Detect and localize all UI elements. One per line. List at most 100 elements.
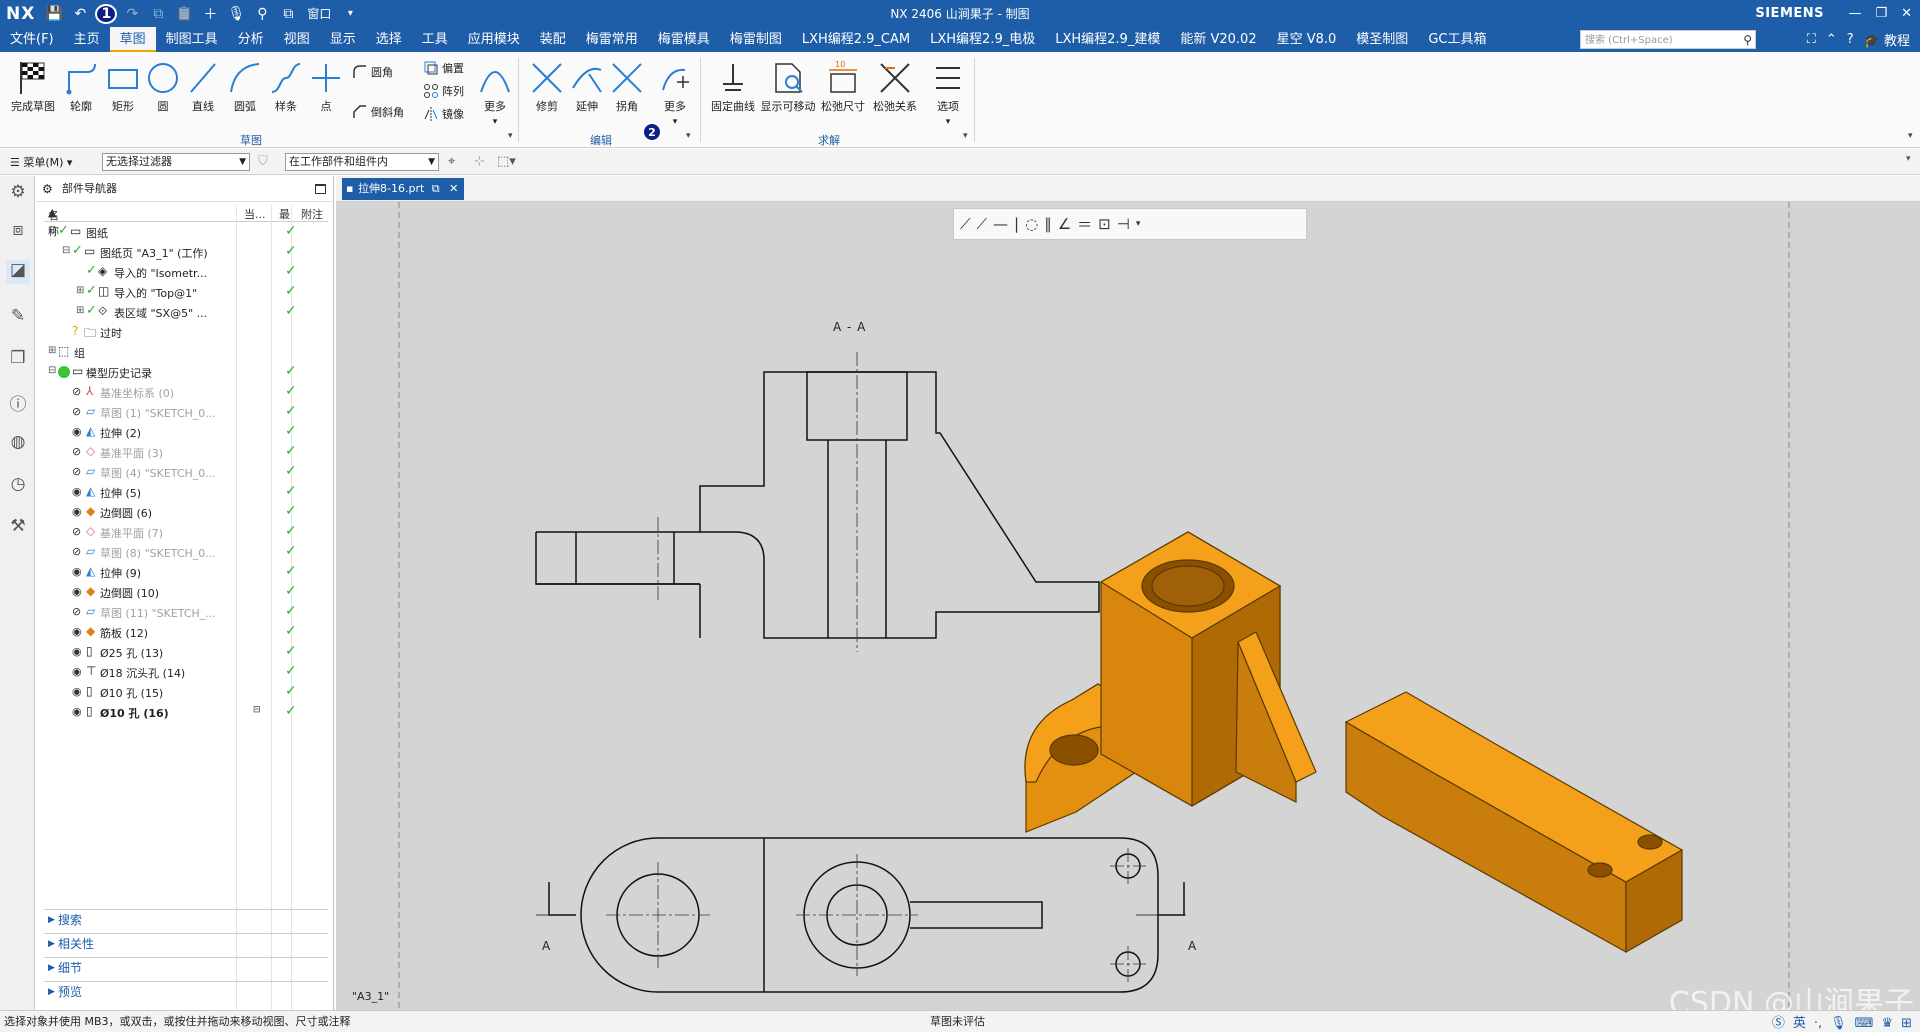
selection-scope-select[interactable]: 在工作部件和组件内 ▼: [285, 153, 439, 171]
microphone-icon[interactable]: 🎙: [225, 6, 247, 22]
ribbon-expand-icon[interactable]: ▾: [1908, 131, 1913, 141]
window-switch-icon[interactable]: ⧉: [277, 6, 299, 22]
paste-icon[interactable]: 📋: [173, 6, 195, 22]
selection-bar-expand-icon[interactable]: ▾: [1906, 154, 1911, 164]
fixed-curve-button[interactable]: 固定曲线: [708, 58, 758, 114]
settings-gear-icon[interactable]: ⚙: [6, 182, 30, 206]
info-icon[interactable]: ⓘ: [6, 390, 30, 415]
tree-row-sheet[interactable]: ⊟ ✓ ▭ 图纸页 "A3_1" (工作) ✓: [44, 242, 328, 262]
tree-row-feature[interactable]: ⊘ ⅄ 基准坐标系 (0) ✓: [44, 382, 328, 402]
save-icon[interactable]: 💾: [43, 6, 65, 22]
parallel-icon[interactable]: ∥: [1044, 215, 1052, 233]
tab-home[interactable]: 主页: [64, 27, 110, 52]
graphics-window[interactable]: ⟋ ⟋ — | ◌ ∥ ∠ ＝ ⊡ ⊣ ▾ A - A A A "A3_1" C…: [336, 202, 1920, 1021]
tree-row-feature[interactable]: ⊘ ▱ 草图 (4) "SKETCH_0... ✓: [44, 462, 328, 482]
web-browser-icon[interactable]: ◍: [6, 432, 30, 456]
menu-button[interactable]: ☰ 菜单(M) ▾: [10, 154, 72, 170]
part-navigator-icon[interactable]: ◪: [6, 260, 30, 284]
ime-language[interactable]: 英: [1793, 1013, 1806, 1032]
keyboard-icon[interactable]: ⌨: [1855, 1013, 1874, 1032]
column-current[interactable]: 当...: [244, 206, 266, 222]
tab-meilei-common[interactable]: 梅雷常用: [576, 27, 648, 52]
reuse-library-icon[interactable]: ❒: [6, 348, 30, 372]
panel-details[interactable]: ▶ 细节: [44, 957, 328, 977]
close-tab-icon[interactable]: ✕: [449, 182, 458, 195]
minimize-icon[interactable]: —: [1848, 6, 1861, 21]
tab-select[interactable]: 选择: [366, 27, 412, 52]
copy-icon[interactable]: ⧉: [147, 6, 169, 22]
filter-reset-icon[interactable]: ⛉: [258, 154, 268, 169]
perpendicular-icon[interactable]: ∠: [1058, 215, 1071, 233]
fillet-button[interactable]: 圆角: [352, 64, 393, 80]
fullscreen-icon[interactable]: ⛶: [1807, 32, 1816, 47]
redo-icon[interactable]: ↷: [121, 6, 143, 22]
drafting-navigator-icon[interactable]: ✎: [6, 306, 30, 330]
tree-row-feature[interactable]: ◉ ⊤ Ø18 沉头孔 (14) ✓: [44, 662, 328, 682]
type-filter-select[interactable]: 无选择过滤器 ▼: [102, 153, 250, 171]
more-edit-button[interactable]: 更多 ▾: [652, 58, 698, 127]
offset-button[interactable]: 偏置: [423, 60, 464, 76]
collapse-ribbon-icon[interactable]: ⌃: [1826, 32, 1837, 47]
tree-row-feature[interactable]: ◉ ▯ Ø25 孔 (13) ✓: [44, 642, 328, 662]
tree-row-feature[interactable]: ◉ ◭ 拉伸 (9) ✓: [44, 562, 328, 582]
tree-row-feature[interactable]: ◉ ◭ 拉伸 (2) ✓: [44, 422, 328, 442]
add-icon[interactable]: ＋: [199, 4, 221, 24]
mirror-button[interactable]: 镜像: [423, 106, 464, 122]
horizontal-icon[interactable]: —: [993, 215, 1008, 233]
more-sketch-dropdown-icon[interactable]: ▾: [493, 117, 498, 127]
tree-row-group[interactable]: ⊞ ⬚ 组: [44, 342, 328, 362]
undo-icon[interactable]: ↶: [69, 6, 91, 22]
tree-row-outdated[interactable]: ? 🗀 过时: [44, 322, 328, 342]
relax-relations-button[interactable]: 松弛关系: [870, 58, 920, 114]
point-dialog-icon[interactable]: ⬚▾: [497, 154, 516, 169]
tutorial-button[interactable]: 🎓 教程: [1864, 30, 1910, 49]
panel-preview[interactable]: ▶ 预览: [44, 981, 328, 1001]
customize-quick-access-icon[interactable]: ▾: [339, 8, 361, 19]
more-sketch-button[interactable]: 更多 ▾: [472, 58, 518, 127]
skin-icon[interactable]: ♛: [1881, 1013, 1893, 1032]
maximize-icon[interactable]: [315, 184, 326, 194]
microphone-icon[interactable]: 🎙: [1830, 1013, 1847, 1032]
ime-logo-icon[interactable]: Ⓢ: [1772, 1013, 1785, 1032]
history-clock-icon[interactable]: ◷: [6, 474, 30, 498]
point-on-curve-icon[interactable]: ⟋: [977, 215, 988, 233]
tree-row-feature[interactable]: ⊘ ▱ 草图 (8) "SKETCH_0... ✓: [44, 542, 328, 562]
panel-search[interactable]: ▶ 搜索: [44, 909, 328, 929]
solve-group-expand-icon[interactable]: ▾: [963, 131, 968, 141]
sketch-group-expand-icon[interactable]: ▾: [508, 131, 513, 141]
midpoint-icon[interactable]: ⊣: [1117, 215, 1130, 233]
column-name[interactable]: 名称 ▲: [48, 206, 59, 238]
vertical-icon[interactable]: |: [1014, 215, 1019, 233]
show-movable-button[interactable]: 显示可移动: [760, 58, 816, 114]
restore-icon[interactable]: ❐: [1875, 6, 1887, 21]
column-latest[interactable]: 最: [279, 206, 290, 222]
tab-display[interactable]: 显示: [320, 27, 366, 52]
tree-row-feature[interactable]: ◉ ◆ 边倒圆 (10) ✓: [44, 582, 328, 602]
finish-sketch-button[interactable]: 完成草图: [10, 58, 56, 114]
tab-sketch[interactable]: 草图: [109, 27, 156, 52]
tools-icon[interactable]: ⚒: [6, 516, 30, 540]
coincident-constraint-icon[interactable]: ⟋: [960, 215, 971, 233]
arc-button[interactable]: 圆弧: [222, 58, 268, 114]
close-icon[interactable]: ✕: [1901, 6, 1912, 21]
options-dropdown-icon[interactable]: ▾: [946, 117, 951, 127]
tab-lxh-modeling[interactable]: LXH编程2.9_建模: [1045, 27, 1170, 52]
tree-row-model-history[interactable]: ⊟ ▭ 模型历史记录 ✓: [44, 362, 328, 382]
profile-button[interactable]: 轮廓: [58, 58, 104, 114]
tab-drafting-tools[interactable]: 制图工具: [156, 27, 228, 52]
tab-applications[interactable]: 应用模块: [458, 27, 530, 52]
edit-group-expand-icon[interactable]: ▾: [686, 131, 691, 141]
window-menu[interactable]: 窗口: [303, 5, 335, 22]
tab-meilei-drafting[interactable]: 梅雷制图: [720, 27, 792, 52]
tree-row-feature[interactable]: ⊘ ▱ 草图 (1) "SKETCH_0... ✓: [44, 402, 328, 422]
tab-nengxin[interactable]: 能新 V20.02: [1170, 27, 1266, 52]
tree-row-feature[interactable]: ⊘ ◇ 基准平面 (7) ✓: [44, 522, 328, 542]
toolbar-dropdown-icon[interactable]: ▾: [1136, 219, 1141, 229]
tab-meilei-mold[interactable]: 梅雷模具: [648, 27, 720, 52]
pattern-button[interactable]: 阵列: [423, 83, 464, 99]
tab-assemblies[interactable]: 装配: [530, 27, 576, 52]
relax-dimensions-button[interactable]: 10 松弛尺寸: [818, 58, 868, 114]
command-search-input[interactable]: 搜索 (Ctrl+Space) ⚲: [1580, 30, 1756, 49]
tree-row-feature[interactable]: ⊘ ◇ 基准平面 (3) ✓: [44, 442, 328, 462]
options-button[interactable]: 选项 ▾: [926, 58, 970, 127]
